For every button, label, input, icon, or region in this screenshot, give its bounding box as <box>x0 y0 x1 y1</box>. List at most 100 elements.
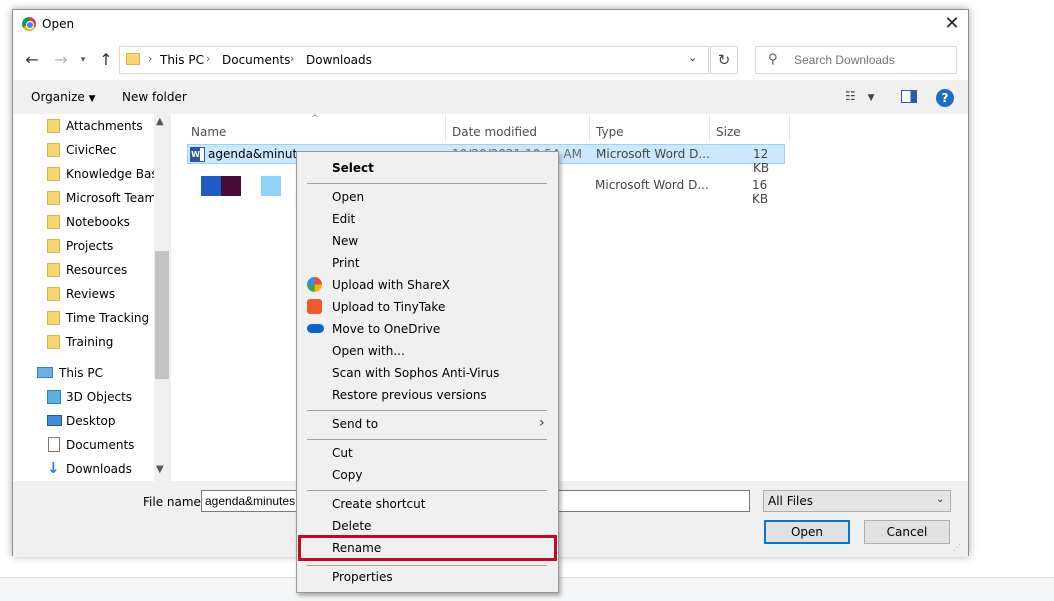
breadcrumb-documents[interactable]: Documents <box>222 53 290 67</box>
resize-grip-icon[interactable]: ⋰ <box>953 543 961 552</box>
column-header-type[interactable]: Type <box>596 125 624 139</box>
nav-item-documents[interactable]: Documents <box>13 433 155 457</box>
address-bar[interactable]: › This PC › Documents › Downloads ⌄ <box>119 46 709 74</box>
folder-icon <box>47 287 60 301</box>
navigation-pane: Attachments CivicRec Knowledge Base Micr… <box>13 114 170 481</box>
new-folder-button[interactable]: New folder <box>122 90 187 104</box>
menu-item-send-to[interactable]: Send to › <box>299 413 556 435</box>
help-icon: ? <box>941 91 949 105</box>
nav-item-this-pc[interactable]: This PC <box>13 361 155 385</box>
menu-item-delete[interactable]: Delete <box>299 515 556 537</box>
nav-item-microsoft-teams[interactable]: Microsoft Teams <box>13 186 162 210</box>
file-type-filter[interactable]: All Files ⌄ <box>763 490 951 512</box>
close-button[interactable]: ✕ <box>939 12 965 38</box>
organize-button[interactable]: Organize ▼ <box>31 90 96 104</box>
nav-item-civicrec[interactable]: CivicRec <box>13 138 155 162</box>
chevron-right-icon: › <box>539 415 545 431</box>
menu-separator <box>307 183 547 184</box>
documents-icon <box>48 437 60 452</box>
filter-value: All Files <box>768 494 814 508</box>
scroll-thumb[interactable] <box>155 251 169 379</box>
menu-item-select[interactable]: Select <box>299 157 556 179</box>
change-view-button[interactable]: ☷ ▼ <box>845 89 875 103</box>
forward-button[interactable]: → <box>50 49 72 71</box>
folder-icon <box>47 215 60 229</box>
menu-item-edit[interactable]: Edit <box>299 208 556 230</box>
nav-item-downloads[interactable]: ↓ Downloads <box>13 457 155 481</box>
organize-label: Organize <box>31 90 85 104</box>
open-button[interactable]: Open <box>764 520 850 544</box>
nav-scrollbar[interactable]: ▲ ▼ <box>154 114 170 481</box>
menu-item-new[interactable]: New <box>299 230 556 252</box>
menu-item-scan-sophos[interactable]: Scan with Sophos Anti-Virus <box>299 362 556 384</box>
column-header-size[interactable]: Size <box>716 125 741 139</box>
nav-item-label: Knowledge Base <box>66 167 165 181</box>
back-button[interactable]: ← <box>21 49 43 71</box>
nav-item-training[interactable]: Training <box>13 330 155 354</box>
cancel-button[interactable]: Cancel <box>864 520 950 544</box>
nav-item-label: Reviews <box>66 287 116 301</box>
menu-item-move-onedrive[interactable]: Move to OneDrive <box>299 318 556 340</box>
nav-item-attachments[interactable]: Attachments <box>13 114 155 138</box>
menu-item-upload-sharex[interactable]: Upload with ShareX <box>299 274 556 296</box>
computer-icon <box>37 367 53 378</box>
column-divider[interactable] <box>445 114 446 142</box>
onedrive-cloud-icon <box>307 324 324 333</box>
nav-item-label: Downloads <box>66 462 132 476</box>
nav-item-notebooks[interactable]: Notebooks <box>13 210 155 234</box>
preview-pane-button[interactable] <box>901 90 917 103</box>
menu-separator <box>307 439 547 440</box>
menu-item-cut[interactable]: Cut <box>299 442 556 464</box>
menu-item-restore-versions[interactable]: Restore previous versions <box>299 384 556 406</box>
nav-item-label: Documents <box>66 438 135 452</box>
nav-item-3d-objects[interactable]: 3D Objects <box>13 385 155 409</box>
nav-item-resources[interactable]: Resources <box>13 258 155 282</box>
nav-item-label: Notebooks <box>66 215 130 229</box>
cube-icon <box>47 390 61 404</box>
chevron-down-icon[interactable]: ⌄ <box>688 51 697 64</box>
file-type: Microsoft Word D... <box>596 147 710 161</box>
menu-item-upload-tinytake[interactable]: Upload to TinyTake <box>299 296 556 318</box>
nav-item-label: Resources <box>66 263 128 277</box>
help-button[interactable]: ? <box>936 89 954 107</box>
desktop-icon <box>47 415 62 426</box>
scroll-up-icon[interactable]: ▲ <box>156 116 164 127</box>
nav-item-time-tracking[interactable]: Time Tracking <box>13 306 155 330</box>
menu-item-properties[interactable]: Properties <box>299 566 556 588</box>
title-bar: Open ✕ <box>13 10 968 40</box>
nav-item-knowledge-base[interactable]: Knowledge Base <box>13 162 165 186</box>
column-divider[interactable] <box>789 114 790 142</box>
column-divider[interactable] <box>589 114 590 142</box>
menu-item-label: Edit <box>332 212 356 226</box>
column-divider[interactable] <box>709 114 710 142</box>
menu-item-create-shortcut[interactable]: Create shortcut <box>299 493 556 515</box>
nav-item-desktop[interactable]: Desktop <box>13 409 155 433</box>
arrow-up-icon: ↑ <box>99 50 113 69</box>
column-header-name[interactable]: Name <box>191 125 226 139</box>
scroll-down-icon[interactable]: ▼ <box>156 464 164 475</box>
menu-item-copy[interactable]: Copy <box>299 464 556 486</box>
breadcrumb-downloads[interactable]: Downloads <box>306 53 372 67</box>
search-input[interactable] <box>794 53 944 67</box>
breadcrumb-this-pc[interactable]: This PC <box>160 53 204 67</box>
file-type: Microsoft Word D... <box>595 178 709 192</box>
folder-icon <box>47 143 60 157</box>
details-view-icon: ☷ <box>845 89 856 103</box>
menu-item-print[interactable]: Print <box>299 252 556 274</box>
recent-locations-button[interactable]: ▾ <box>75 49 91 71</box>
nav-item-projects[interactable]: Projects <box>13 234 155 258</box>
menu-item-open[interactable]: Open <box>299 186 556 208</box>
refresh-button[interactable]: ↻ <box>710 46 738 74</box>
download-arrow-icon: ↓ <box>47 459 60 477</box>
menu-item-label: Print <box>332 256 360 270</box>
folder-icon <box>47 239 60 253</box>
arrow-right-icon: → <box>54 50 68 69</box>
menu-item-open-with[interactable]: Open with... <box>299 340 556 362</box>
caret-down-icon: ▼ <box>88 94 96 104</box>
caret-down-icon: ▼ <box>867 93 875 103</box>
chevron-down-icon: ⌄ <box>936 494 945 505</box>
column-header-date[interactable]: Date modified <box>452 125 537 139</box>
up-button[interactable]: ↑ <box>95 49 117 71</box>
nav-item-reviews[interactable]: Reviews <box>13 282 155 306</box>
search-box[interactable]: ⚲ <box>755 46 957 74</box>
